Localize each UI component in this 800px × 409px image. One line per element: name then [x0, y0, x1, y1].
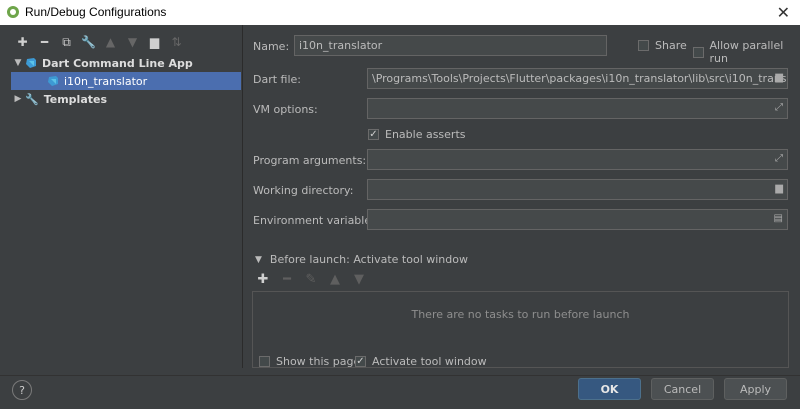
- program-args-input[interactable]: ⤢: [367, 149, 788, 170]
- folder-icon[interactable]: ▆: [146, 34, 163, 50]
- window-titlebar: Run/Debug Configurations ✕: [0, 0, 800, 25]
- allow-parallel-checkbox[interactable]: Allow parallel run: [693, 39, 800, 65]
- env-vars-input[interactable]: ▤: [367, 209, 788, 230]
- copy-icon[interactable]: ⧉: [58, 34, 75, 50]
- remove-icon[interactable]: ━: [36, 34, 53, 50]
- dart-file-value: \Programs\Tools\Projects\Flutter\package…: [372, 72, 787, 85]
- app-icon: [7, 6, 19, 18]
- dart-icon: [48, 76, 58, 86]
- collapse-arrow-icon[interactable]: ▼: [255, 255, 262, 265]
- env-vars-label: Environment variables:: [253, 214, 381, 227]
- left-panel: ✚ ━ ⧉ 🔧 ▲ ▼ ▆ ⇅ ▼ Dart Command Line App …: [0, 25, 243, 368]
- working-dir-label: Working directory:: [253, 184, 354, 197]
- tree-group-label: Dart Command Line App: [42, 56, 193, 70]
- expand-arrow-icon[interactable]: ▼: [11, 58, 25, 68]
- enable-asserts-label: Enable asserts: [385, 128, 466, 141]
- checkbox-icon[interactable]: [259, 356, 270, 367]
- close-icon[interactable]: ✕: [777, 3, 790, 22]
- activate-tool-label: Activate tool window: [372, 355, 487, 368]
- tree-group-dart[interactable]: ▼ Dart Command Line App: [11, 54, 241, 72]
- empty-task-text: There are no tasks to run before launch: [411, 308, 630, 321]
- panel-divider: [242, 25, 243, 368]
- move-down-icon[interactable]: ▼: [352, 272, 366, 287]
- tree-item-label: i10n_translator: [64, 74, 148, 88]
- name-label: Name:: [253, 40, 290, 53]
- checkmark-icon[interactable]: ✓: [355, 356, 366, 367]
- remove-task-icon[interactable]: ━: [280, 272, 294, 287]
- folder-browse-icon[interactable]: ▆: [775, 183, 783, 194]
- dart-file-label: Dart file:: [253, 73, 302, 86]
- config-tree: ▼ Dart Command Line App i10n_translator …: [11, 54, 241, 368]
- move-up-icon[interactable]: ▲: [328, 272, 342, 287]
- show-page-label: Show this page: [276, 355, 361, 368]
- expand-icon[interactable]: ⤢: [775, 102, 783, 113]
- expand-icon[interactable]: ⤢: [775, 153, 783, 164]
- dart-icon: [26, 58, 36, 68]
- edit-task-icon[interactable]: ✎: [304, 272, 318, 287]
- before-launch-header[interactable]: ▼ Before launch: Activate tool window: [255, 253, 468, 266]
- show-page-checkbox[interactable]: Show this page: [259, 355, 360, 368]
- list-edit-icon[interactable]: ▤: [774, 213, 783, 224]
- activate-tool-checkbox[interactable]: ✓ Activate tool window: [355, 355, 487, 368]
- sort-icon[interactable]: ⇅: [168, 34, 185, 50]
- wrench-icon[interactable]: 🔧: [80, 34, 97, 50]
- checkbox-icon[interactable]: [638, 40, 649, 51]
- tree-group-templates[interactable]: ▶ 🔧 Templates: [11, 90, 241, 108]
- ok-button[interactable]: OK: [578, 378, 641, 400]
- footer-divider: [0, 375, 800, 376]
- apply-button[interactable]: Apply: [724, 378, 787, 400]
- before-launch-title: Before launch: Activate tool window: [269, 253, 468, 266]
- tree-item-config[interactable]: i10n_translator: [11, 72, 241, 90]
- checkbox-icon[interactable]: [693, 46, 704, 58]
- folder-browse-icon[interactable]: ▆: [775, 72, 783, 83]
- share-checkbox[interactable]: Share: [638, 39, 687, 52]
- dart-file-input[interactable]: \Programs\Tools\Projects\Flutter\package…: [367, 68, 788, 89]
- share-label: Share: [655, 39, 687, 52]
- move-down-icon[interactable]: ▼: [124, 34, 141, 50]
- add-task-icon[interactable]: ✚: [256, 272, 270, 287]
- checkmark-icon[interactable]: ✓: [368, 129, 379, 140]
- name-input[interactable]: i10n_translator: [294, 35, 607, 56]
- allow-parallel-label: Allow parallel run: [709, 39, 784, 65]
- enable-asserts-checkbox[interactable]: ✓ Enable asserts: [368, 128, 466, 141]
- wrench-icon: 🔧: [25, 92, 39, 106]
- task-toolbar: ✚ ━ ✎ ▲ ▼: [256, 272, 366, 287]
- working-dir-input[interactable]: ▆: [367, 179, 788, 200]
- config-toolbar: ✚ ━ ⧉ 🔧 ▲ ▼ ▆ ⇅: [14, 34, 185, 50]
- cancel-button[interactable]: Cancel: [651, 378, 714, 400]
- help-icon[interactable]: ?: [12, 380, 32, 400]
- move-up-icon[interactable]: ▲: [102, 34, 119, 50]
- add-icon[interactable]: ✚: [14, 34, 31, 50]
- program-args-label: Program arguments:: [253, 154, 367, 167]
- templates-label: Templates: [43, 92, 108, 106]
- window-title: Run/Debug Configurations: [25, 5, 167, 19]
- expand-arrow-icon[interactable]: ▶: [11, 94, 25, 104]
- vm-options-label: VM options:: [253, 103, 318, 116]
- vm-options-input[interactable]: ⤢: [367, 98, 788, 119]
- name-value: i10n_translator: [299, 39, 383, 52]
